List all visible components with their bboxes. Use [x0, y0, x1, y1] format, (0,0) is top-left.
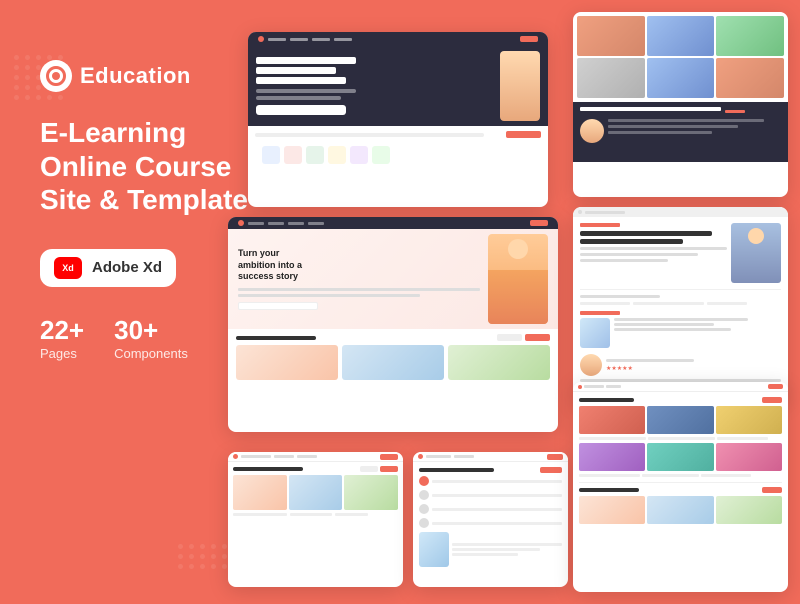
brand-icon — [40, 60, 72, 92]
mockup-selection-content — [228, 462, 403, 520]
mockup-platform-content — [413, 462, 568, 572]
mockup-nav-dark — [248, 32, 548, 46]
mid-hero-person-image — [488, 234, 548, 324]
mockup-hero-section — [248, 46, 548, 126]
adobe-xd-label: Adobe Xd — [92, 259, 162, 276]
tagline: E-LearningOnline CourseSite & Template — [40, 116, 260, 217]
stat-pages-label: Pages — [40, 346, 84, 361]
main-background: Education E-LearningOnline CourseSite & … — [0, 0, 800, 604]
stat-pages-value: 22+ — [40, 315, 84, 346]
mockup-grid: Turn yourambition into asuccess story — [248, 12, 788, 592]
dots-decoration-bottom — [178, 544, 228, 569]
stats-row: 22+ Pages 30+ Components — [40, 315, 260, 361]
mockup-courses-page — [573, 12, 788, 197]
testimonial-dark-section — [573, 102, 788, 162]
stat-components-label: Components — [114, 346, 188, 361]
course-thumbnails — [573, 12, 788, 102]
mockup-categories — [573, 382, 788, 592]
brand-circle-icon — [46, 66, 66, 86]
mockup-category-section — [248, 126, 548, 173]
brand-logo: Education — [40, 60, 260, 92]
mockup-categories-content — [573, 392, 788, 529]
adobe-xd-badge: Xd Adobe Xd — [40, 249, 176, 287]
mockup-mid-hero: Turn yourambition into asuccess story — [228, 229, 558, 329]
mockup-learning-platform — [413, 452, 568, 587]
stat-components: 30+ Components — [114, 315, 188, 361]
mockup-courses-selection — [228, 452, 403, 587]
mockup-mid-courses — [228, 329, 558, 385]
stat-components-value: 30+ — [114, 315, 188, 346]
left-panel: Education E-LearningOnline CourseSite & … — [40, 60, 260, 361]
mid-hero-title-text: Turn yourambition into asuccess story — [238, 248, 480, 283]
adobe-xd-icon: Xd — [54, 257, 82, 279]
brand-name: Education — [80, 63, 191, 89]
stat-pages: 22+ Pages — [40, 315, 84, 361]
mockup-hero-variant: Turn yourambition into asuccess story — [228, 217, 558, 432]
mockup-hero-page — [248, 32, 548, 207]
mockup-mid-right-content: ★★★★★ — [573, 217, 788, 397]
mockup-mid-nav — [228, 217, 558, 229]
mockup-mid-right: ★★★★★ — [573, 207, 788, 402]
